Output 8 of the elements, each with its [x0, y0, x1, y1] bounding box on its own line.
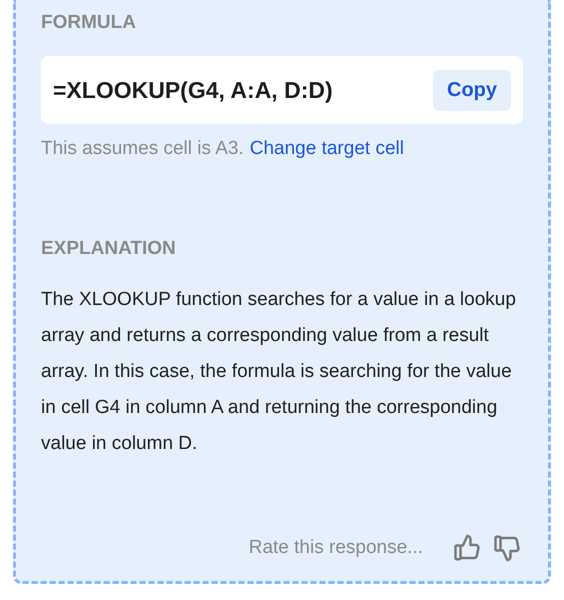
copy-button[interactable]: Copy [433, 70, 511, 110]
explanation-text: The XLOOKUP function searches for a value in a lookup array and returns a corresponding value from a result array. In this case, the formula is searching for the value in cell G4 in column A and returning the corresponding value in column D. [41, 288, 517, 456]
change-target-link[interactable]: Change target cell [250, 138, 404, 160]
formula-text: =XLOOKUP(G4, A:A, D:D) [53, 76, 333, 104]
section-heading: FORMULA [41, 12, 137, 34]
section-heading: EXPLANATION [41, 238, 177, 260]
hint-text: This assumes cell is A3. [41, 138, 244, 160]
rating-prompt: Rate this response... [248, 537, 423, 559]
